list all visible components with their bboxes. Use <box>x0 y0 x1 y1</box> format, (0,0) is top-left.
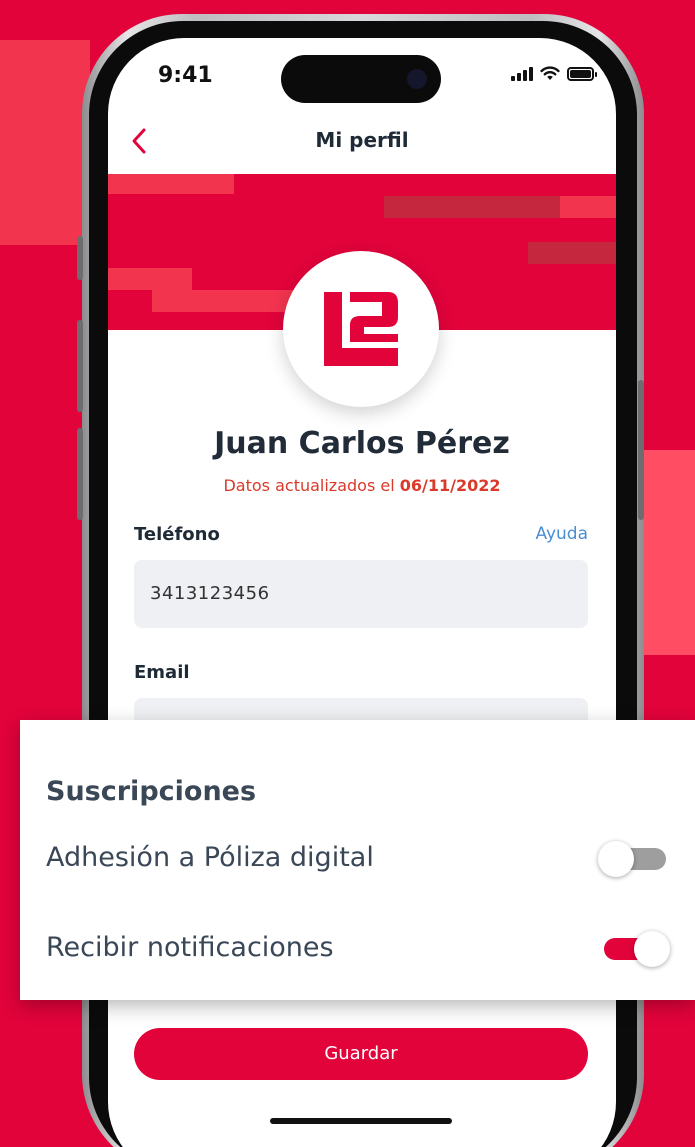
phone-volume-up-button <box>77 320 83 412</box>
status-time: 9:41 <box>158 63 213 88</box>
banner-stripe <box>384 196 560 218</box>
email-field-label: Email <box>134 662 190 683</box>
last-updated-label: Datos actualizados el <box>223 476 395 495</box>
save-button[interactable]: Guardar <box>134 1028 588 1080</box>
banner-stripe <box>108 268 192 290</box>
nav-bar: Mi perfil <box>108 114 616 174</box>
page-title: Mi perfil <box>315 128 409 152</box>
digital-policy-toggle[interactable] <box>598 838 666 878</box>
help-link[interactable]: Ayuda <box>535 524 588 544</box>
banner-stripe <box>560 196 616 218</box>
last-updated-text: Datos actualizados el 06/11/2022 <box>108 476 616 495</box>
subscriptions-title: Suscripciones <box>46 776 257 807</box>
banner-stripe <box>108 174 234 194</box>
toggle-knob <box>634 931 670 967</box>
notifications-label: Recibir notificaciones <box>46 932 334 963</box>
battery-icon <box>567 66 597 81</box>
banner-stripe <box>528 242 616 264</box>
phone-volume-down-button <box>77 428 83 520</box>
dynamic-island <box>281 55 441 103</box>
background-decoration <box>0 40 90 245</box>
notifications-toggle[interactable] <box>600 928 670 968</box>
toggle-knob <box>598 841 634 877</box>
digital-policy-label: Adhesión a Póliza digital <box>46 842 374 873</box>
avatar <box>283 251 439 407</box>
home-indicator <box>270 1118 452 1124</box>
phone-field-value: 3413123456 <box>150 583 270 604</box>
user-name: Juan Carlos Pérez <box>214 426 510 461</box>
last-updated-date: 06/11/2022 <box>399 476 501 495</box>
phone-silent-switch <box>77 236 83 280</box>
status-bar: 9:41 <box>108 38 616 114</box>
wifi-icon <box>540 66 560 80</box>
phone-field[interactable]: 3413123456 <box>134 560 588 628</box>
subscriptions-card: Suscripciones Adhesión a Póliza digital … <box>20 720 695 1000</box>
cellular-signal-icon <box>511 66 533 81</box>
phone-power-button <box>638 380 644 520</box>
status-icons <box>511 66 597 81</box>
phone-field-label: Teléfono <box>134 524 220 545</box>
banner-stripe <box>152 290 294 312</box>
l2-logo-icon <box>324 292 398 366</box>
camera-lens <box>407 69 427 89</box>
